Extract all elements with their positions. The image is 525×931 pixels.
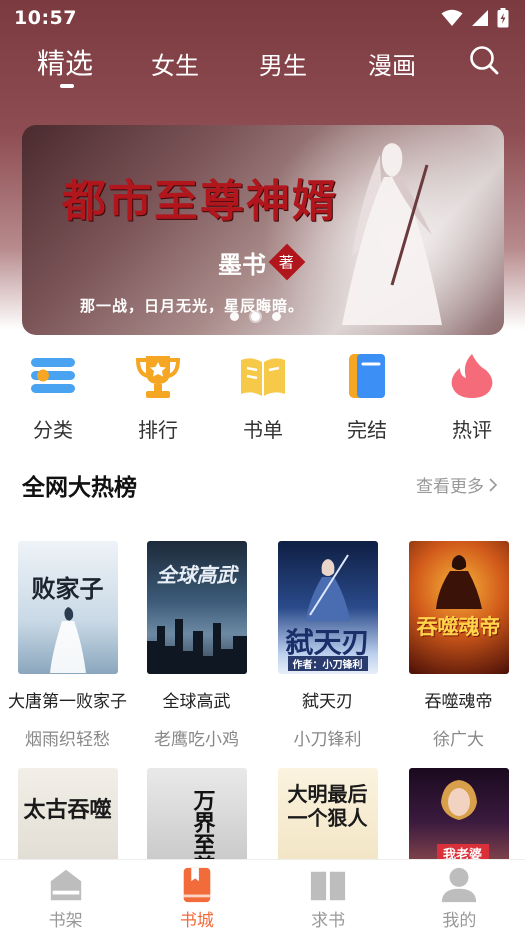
open-book-icon [241,358,285,396]
status-icons [441,8,509,28]
status-time: 10:57 [14,7,77,29]
book-title: 全球高武 [162,692,231,712]
wifi-icon [441,9,463,26]
category-icon [31,358,75,393]
bookstore-icon [183,867,211,903]
chevron-right-icon [489,477,498,492]
book-cover: 败家子 [17,541,118,674]
quick-link-ranking[interactable]: 排行 [113,348,203,443]
book-cover: 弑天刃 作者：小刀锋利 [277,541,378,674]
banner-character-illustration [342,143,442,325]
book-card[interactable]: 全球高武 全球高武 老鹰吃小鸡 [131,541,262,750]
top-tabs: 精选 女生 男生 漫画 [0,36,525,96]
banner-dot[interactable] [230,312,239,321]
request-book-icon [311,871,346,901]
book-title: 弑天刃 [302,692,353,712]
quick-link-hot-reviews[interactable]: 热评 [427,348,517,443]
quick-link-finished[interactable]: 完结 [322,348,412,443]
quick-link-category[interactable]: 分类 [8,348,98,443]
nav-label: 书城 [179,911,214,931]
quick-link-label: 完结 [347,418,387,442]
book-card[interactable]: 弑天刃 作者：小刀锋利 弑天刃 小刀锋利 [262,541,393,750]
bottom-nav: 书架 书城 求书 我的 [0,859,525,931]
cover-art [49,607,86,673]
tab-featured[interactable]: 精选 [37,42,93,82]
book-title: 吞噬魂帝 [424,692,493,712]
quick-link-booklist[interactable]: 书单 [218,348,308,443]
bookshelf-icon [50,869,81,901]
flame-icon [451,354,493,398]
cover-art [146,619,247,674]
nav-request-book[interactable]: 求书 [263,860,394,931]
search-icon[interactable] [468,44,500,76]
view-more-link[interactable]: 查看更多 [416,472,498,497]
nav-bookstore[interactable]: 书城 [131,860,262,931]
nav-label: 书架 [48,911,83,931]
nav-label: 求书 [311,911,346,931]
book-title: 大唐第一败家子 [8,692,127,712]
nav-bookshelf[interactable]: 书架 [0,860,131,931]
banner-author: 墨书 [218,250,266,279]
tab-indicator [60,84,74,88]
quick-link-label: 分类 [33,418,73,442]
book-author: 小刀锋利 [293,730,362,750]
profile-icon [442,867,477,903]
quick-link-label: 热评 [452,418,492,442]
section-title: 全网大热榜 [22,475,137,501]
book-author: 烟雨织轻愁 [25,730,110,750]
quick-link-label: 排行 [138,418,178,442]
finished-book-icon [349,354,385,398]
book-card[interactable]: 吞噬魂帝 吞噬魂帝 徐广大 [393,541,524,750]
cover-art [440,780,477,820]
banner-title: 都市至尊神婿 [62,176,338,227]
view-more-label: 查看更多 [416,477,484,497]
quick-link-label: 书单 [243,418,283,442]
nav-profile[interactable]: 我的 [394,860,525,931]
tab-comics[interactable]: 漫画 [368,46,416,81]
cover-art [435,555,482,609]
battery-icon [497,8,509,28]
banner-dot[interactable] [272,312,281,321]
promo-banner[interactable]: 都市至尊神婿 墨书 著 那一战，日月无光，星辰晦暗。 [22,125,504,335]
banner-dot-active[interactable] [251,312,260,321]
tab-male[interactable]: 男生 [259,46,307,81]
status-bar: 10:57 [0,0,525,36]
banner-pager [230,312,281,321]
tab-female[interactable]: 女生 [151,46,199,81]
nav-label: 我的 [442,911,477,931]
book-cover: 吞噬魂帝 [408,541,509,674]
book-author: 老鹰吃小鸡 [154,730,239,750]
quick-links: 分类 排行 书单 完结 热评 [0,348,525,444]
book-author: 徐广大 [433,730,484,750]
cover-art [305,554,350,621]
trophy-icon [135,356,181,398]
book-cover: 全球高武 [146,541,247,674]
book-card[interactable]: 败家子 大唐第一败家子 烟雨织轻愁 [2,541,133,750]
signal-icon [472,10,488,26]
